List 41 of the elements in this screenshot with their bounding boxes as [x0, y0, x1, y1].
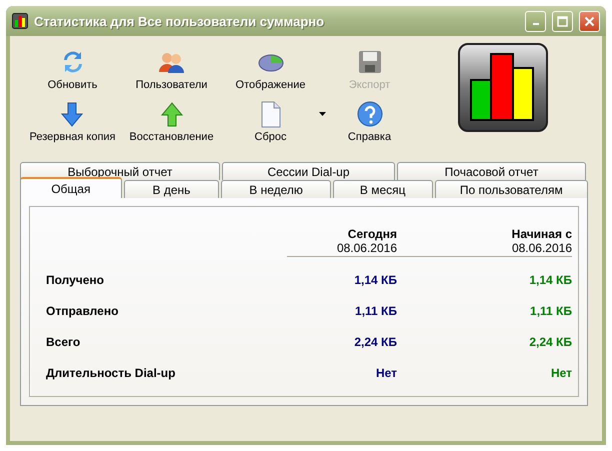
minimize-button[interactable]	[525, 10, 546, 32]
stat-value: 1,11 КБ	[354, 304, 397, 318]
close-button[interactable]	[579, 10, 600, 32]
stat-value: 1,14 КБ	[353, 273, 397, 287]
backup-button[interactable]: Резервная копия	[29, 100, 116, 146]
tab[interactable]: По пользователям	[434, 180, 588, 198]
row-label: Всего	[46, 335, 82, 349]
column-header: Сегодня	[348, 227, 397, 241]
close-icon	[584, 16, 595, 26]
reset-button[interactable]: Сброс	[254, 100, 286, 146]
caret-icon[interactable]	[319, 112, 326, 116]
users-button[interactable]: Пользователи	[136, 48, 208, 94]
tab[interactable]: Почасовой отчет	[397, 162, 586, 180]
display-button[interactable]: Отображение	[236, 48, 306, 94]
maximize-icon	[557, 16, 568, 26]
bar-chart-icon	[12, 13, 28, 29]
tab[interactable]: Выборочный отчет	[20, 162, 220, 180]
column-header: Начиная с	[512, 227, 572, 241]
tab[interactable]: Сессии Dial-up	[222, 162, 395, 180]
row-label: Длительность Dial-up	[46, 366, 176, 380]
restore-button[interactable]: Восстановление	[129, 100, 214, 146]
help-button[interactable]: Справка	[348, 100, 392, 146]
tab[interactable]: В неделю	[221, 180, 331, 198]
stat-value: Нет	[374, 366, 397, 380]
maximize-button[interactable]	[552, 10, 573, 32]
column-date: 08.06.2016	[336, 241, 397, 255]
stat-value: 2,24 КБ	[353, 335, 397, 349]
row-label: Отправлено	[46, 304, 120, 318]
row-label: Получено	[46, 273, 106, 287]
stat-value: Нет	[550, 366, 572, 380]
stat-value: 1,14 КБ	[528, 273, 572, 287]
tab[interactable]: Общая	[20, 177, 122, 198]
refresh-button[interactable]: Обновить	[48, 48, 98, 94]
tab[interactable]: В месяц	[332, 180, 433, 198]
tab[interactable]: В день	[124, 180, 220, 198]
window-title: Статистика для Все пользователи суммарно	[34, 14, 326, 28]
help-icon	[356, 100, 384, 128]
stat-value: 1,11 КБ	[529, 304, 572, 318]
stat-value: 2,24 КБ	[528, 335, 572, 349]
column-date: 08.06.2016	[512, 241, 572, 255]
minimize-icon	[532, 23, 538, 25]
